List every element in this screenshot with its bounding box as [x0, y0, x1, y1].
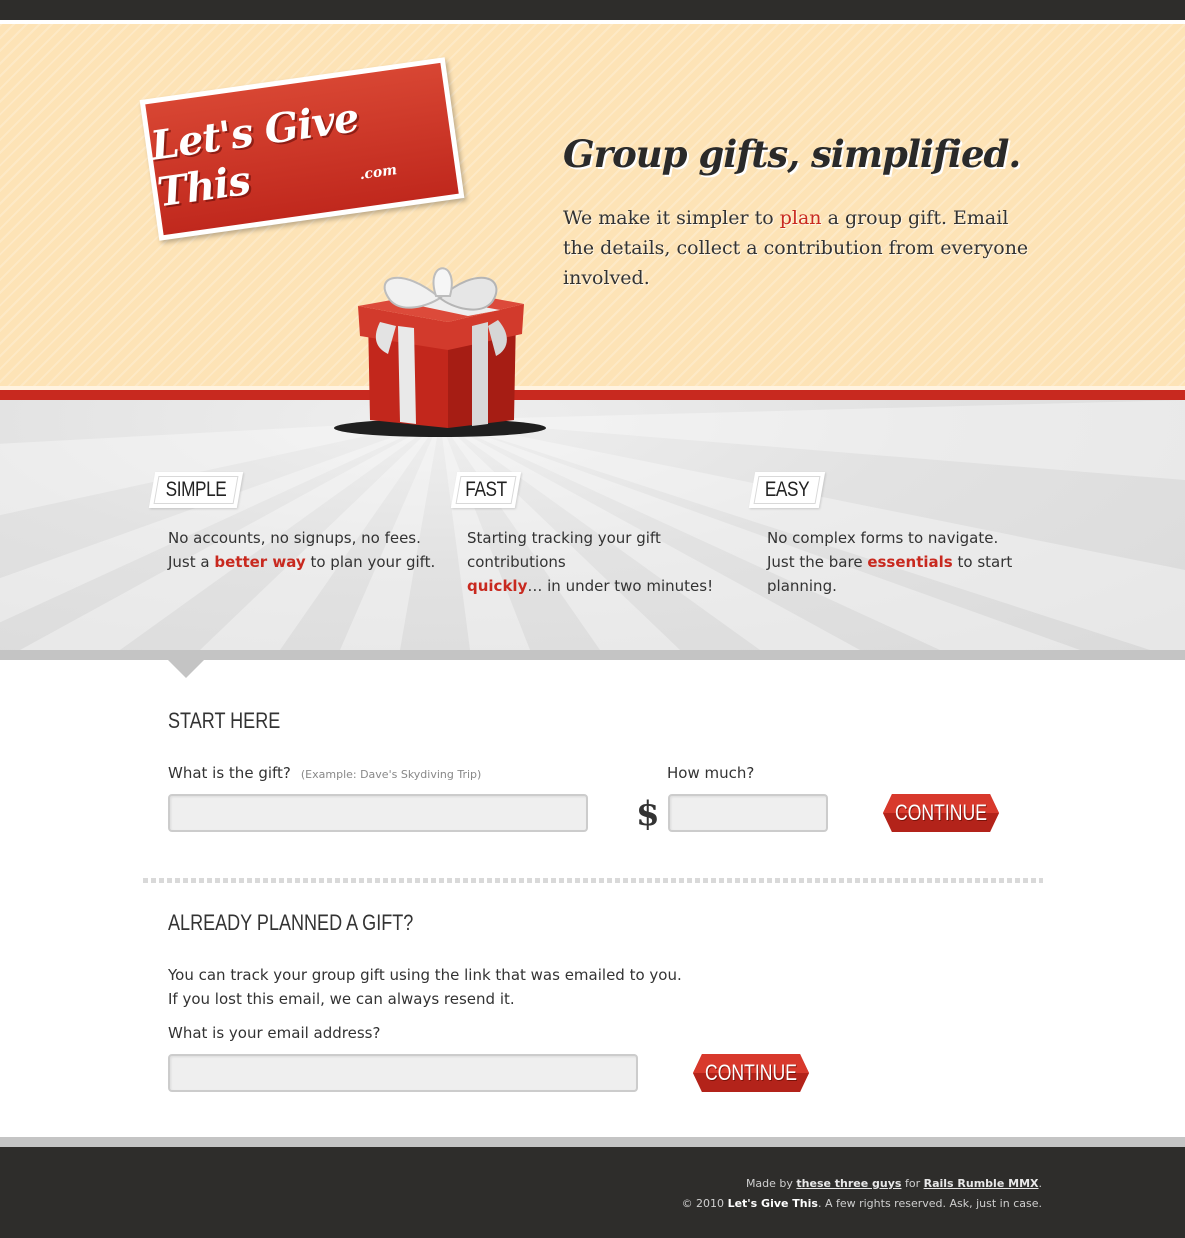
these-three-guys-link[interactable]: these three guys: [796, 1177, 901, 1190]
sunburst-rays: [0, 400, 1185, 650]
easy-line2: Just the bare essentials to start planni…: [767, 550, 1027, 598]
footer-copyright: © 2010 Let's Give This. A few rights res…: [682, 1197, 1042, 1210]
gift-name-input[interactable]: [168, 794, 588, 832]
start-continue-button[interactable]: CONTINUE: [878, 790, 1004, 836]
amount-input[interactable]: [668, 794, 828, 832]
intro-highlight: plan: [779, 207, 822, 229]
simple-feature-text: No accounts, no signups, no fees. Just a…: [168, 526, 438, 574]
simple-tag-label: SIMPLE: [165, 478, 227, 501]
fast-line1: Starting tracking your gift contribution…: [467, 529, 661, 571]
fast-line2: quickly… in under two minutes!: [467, 574, 757, 598]
fast-highlight: quickly: [467, 577, 528, 595]
already-line2: If you lost this email, we can always re…: [168, 990, 515, 1008]
footer-top-border: [0, 1137, 1185, 1147]
simple-post: to plan your gift.: [305, 553, 436, 571]
tagline: Group gifts, simplified.: [563, 132, 1021, 176]
email-input[interactable]: [168, 1054, 638, 1092]
intro-text: We make it simpler to plan a group gift.…: [563, 203, 1043, 293]
email-continue-label: CONTINUE: [705, 1060, 797, 1085]
fast-tag-label: FAST: [465, 478, 507, 501]
features-band: [0, 400, 1185, 650]
start-continue-label: CONTINUE: [895, 800, 987, 825]
footer: Made by these three guys for Rails Rumbl…: [0, 1147, 1185, 1238]
gift-hint: (Example: Dave's Skydiving Trip): [300, 768, 482, 781]
email-continue-button[interactable]: CONTINUE: [688, 1050, 814, 1096]
gift-label-text: What is the gift?: [168, 764, 291, 782]
start-here-heading: START HERE: [168, 708, 281, 733]
top-bar: [0, 0, 1185, 20]
footer-for: for: [901, 1177, 924, 1190]
amount-label: How much?: [667, 764, 755, 782]
currency-symbol: $: [636, 794, 660, 834]
easy-highlight: essentials: [867, 553, 953, 571]
gift-label: What is the gift? (Example: Dave's Skydiv…: [168, 764, 481, 782]
section-divider: [143, 878, 1043, 883]
pointer-arrow: [168, 660, 204, 678]
easy-pre: Just the bare: [767, 553, 868, 571]
already-planned-heading: ALREADY PLANNED A GIFT?: [168, 910, 414, 935]
easy-line1: No complex forms to navigate.: [767, 529, 999, 547]
simple-line1: No accounts, no signups, no fees.: [168, 529, 421, 547]
fast-post: … in under two minutes!: [527, 577, 714, 595]
footer-brand: Let's Give This: [727, 1197, 818, 1210]
footer-period: .: [1038, 1177, 1043, 1190]
already-line1: You can track your group gift using the …: [168, 966, 682, 984]
logo-text: Let's Give This: [147, 94, 362, 217]
footer-credits: Made by these three guys for Rails Rumbl…: [746, 1177, 1042, 1190]
easy-tag-label: EASY: [764, 478, 810, 501]
rails-rumble-link[interactable]: Rails Rumble MMX: [924, 1177, 1039, 1190]
hero-divider-red: [0, 390, 1185, 400]
features-bottom-border: [0, 650, 1185, 660]
simple-line2: Just a better way to plan your gift.: [168, 550, 438, 574]
simple-highlight: better way: [214, 553, 306, 571]
simple-pre: Just a: [168, 553, 215, 571]
intro-part1: We make it simpler to: [563, 207, 780, 229]
copyright-post: . A few rights reserved. Ask, just in ca…: [817, 1197, 1042, 1210]
fast-feature-text: Starting tracking your gift contribution…: [467, 526, 757, 598]
easy-feature-text: No complex forms to navigate. Just the b…: [767, 526, 1027, 598]
already-planned-text: You can track your group gift using the …: [168, 963, 768, 1011]
gift-box-icon: [334, 267, 546, 437]
email-label: What is your email address?: [168, 1024, 381, 1042]
footer-made-by: Made by: [745, 1177, 797, 1190]
copyright-pre: © 2010: [681, 1197, 728, 1210]
